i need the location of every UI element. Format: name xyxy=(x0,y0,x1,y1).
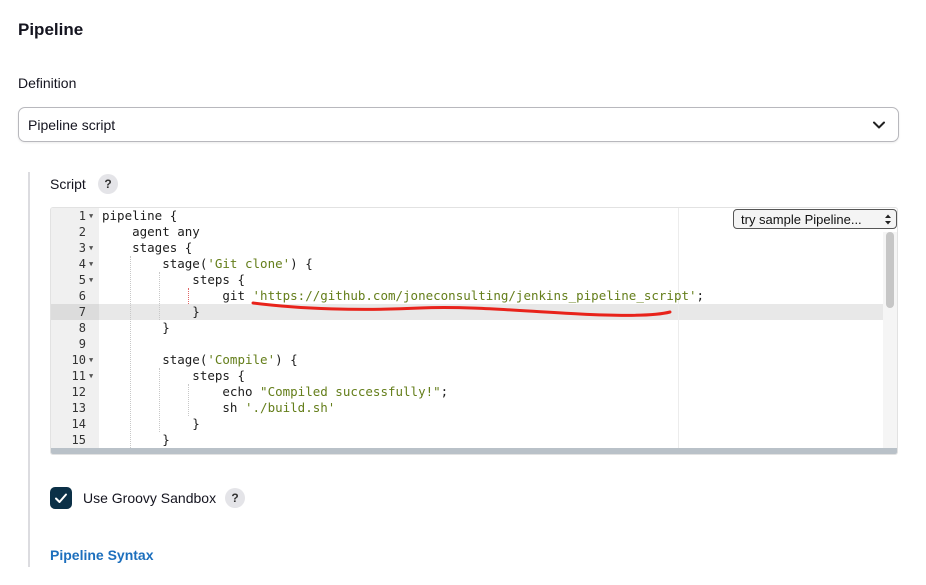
code-token: steps { xyxy=(102,272,245,287)
line-number: 8 xyxy=(78,321,86,335)
groovy-sandbox-label[interactable]: Use Groovy Sandbox xyxy=(83,490,216,506)
definition-select[interactable]: Pipeline script xyxy=(18,107,899,142)
code-line[interactable]: 11 ▼ steps { xyxy=(51,368,883,384)
line-number: 1 xyxy=(78,209,86,223)
line-number: 15 xyxy=(71,433,86,447)
sample-pipeline-label: try sample Pipeline... xyxy=(741,211,862,227)
code-line[interactable]: 12 echo "Compiled successfully!"; xyxy=(51,384,883,400)
code-token: } xyxy=(102,320,170,335)
script-help-icon[interactable]: ? xyxy=(98,174,118,194)
line-number: 7 xyxy=(78,305,86,319)
line-number: 2 xyxy=(78,225,86,239)
definition-label: Definition xyxy=(18,75,77,91)
fold-toggle-icon[interactable]: ▼ xyxy=(89,272,93,288)
code-token: pipeline { xyxy=(102,208,178,223)
script-label: Script xyxy=(50,176,86,192)
groovy-sandbox-checkbox[interactable] xyxy=(50,487,72,509)
definition-selected-value: Pipeline script xyxy=(28,116,116,133)
code-token: git xyxy=(102,288,253,303)
code-text: steps { xyxy=(102,368,245,384)
code-token: } xyxy=(102,416,200,431)
code-token: stages { xyxy=(102,240,193,255)
code-line[interactable]: 4 ▼ stage('Git clone') { xyxy=(51,256,883,272)
select-arrows-icon xyxy=(885,214,891,225)
code-text: } xyxy=(102,432,170,448)
code-text: echo "Compiled successfully!"; xyxy=(102,384,448,400)
code-line[interactable]: 8 } xyxy=(51,320,883,336)
code-token: ; xyxy=(440,384,449,399)
code-token: sh xyxy=(102,400,245,415)
code-text: git 'https://github.com/joneconsulting/j… xyxy=(102,288,704,304)
line-number: 3 xyxy=(78,241,86,255)
code-text: steps { xyxy=(102,272,245,288)
fold-toggle-icon[interactable]: ▼ xyxy=(89,240,93,256)
line-number: 12 xyxy=(71,385,86,399)
code-line[interactable]: 14 } xyxy=(51,416,883,432)
line-number: 10 xyxy=(71,353,86,367)
string-token: 'https://github.com/joneconsulting/jenki… xyxy=(252,288,697,303)
code-token: } xyxy=(102,432,170,447)
sandbox-help-icon[interactable]: ? xyxy=(225,488,245,508)
page-title: Pipeline xyxy=(18,20,84,39)
pipeline-syntax-link[interactable]: Pipeline Syntax xyxy=(50,547,153,563)
fold-toggle-icon[interactable]: ▼ xyxy=(89,352,93,368)
horizontal-scrollbar[interactable] xyxy=(51,448,897,454)
code-line[interactable]: 10 ▼ stage('Compile') { xyxy=(51,352,883,368)
line-number: 11 xyxy=(71,369,86,383)
line-number: 5 xyxy=(78,273,86,287)
code-token: } xyxy=(102,304,200,319)
code-line[interactable]: 3 ▼ stages { xyxy=(51,240,883,256)
code-token: steps { xyxy=(102,368,245,383)
code-token: ) { xyxy=(290,256,313,271)
fold-toggle-icon[interactable]: ▼ xyxy=(89,256,93,272)
code-line[interactable]: 9 xyxy=(51,336,883,352)
section-indent-rule xyxy=(28,172,30,567)
line-number: 6 xyxy=(78,289,86,303)
code-text: agent any xyxy=(102,224,200,240)
code-token: ) { xyxy=(275,352,298,367)
code-line[interactable]: 7 } xyxy=(51,304,883,320)
code-text: } xyxy=(102,320,170,336)
code-line[interactable]: 5 ▼ steps { xyxy=(51,272,883,288)
line-number: 4 xyxy=(78,257,86,271)
code-token: stage( xyxy=(102,256,208,271)
string-token: './build.sh' xyxy=(245,400,336,415)
sample-pipeline-select[interactable]: try sample Pipeline... xyxy=(733,209,897,229)
fold-toggle-icon[interactable]: ▼ xyxy=(89,208,93,224)
code-text: sh './build.sh' xyxy=(102,400,335,416)
string-token: "Compiled successfully!" xyxy=(260,384,441,399)
code-text: stages { xyxy=(102,240,192,256)
chevron-down-icon xyxy=(873,121,885,129)
code-token: agent any xyxy=(102,224,200,239)
code-text: pipeline { xyxy=(102,208,177,224)
code-text: stage('Compile') { xyxy=(102,352,298,368)
code-line[interactable]: 13 sh './build.sh' xyxy=(51,400,883,416)
vertical-scrollbar-thumb[interactable] xyxy=(886,232,894,308)
script-editor[interactable]: 1 ▼ pipeline {2 agent any 3 ▼ stages {4 ▼ sta… xyxy=(50,207,898,455)
code-text: stage('Git clone') { xyxy=(102,256,313,272)
checkmark-icon xyxy=(55,493,67,503)
string-token: 'Compile' xyxy=(207,352,276,367)
code-line[interactable]: 6 git 'https://github.com/joneconsulting… xyxy=(51,288,883,304)
line-number: 9 xyxy=(78,337,86,351)
code-token: echo xyxy=(102,384,261,399)
code-line[interactable]: 15 } xyxy=(51,432,883,448)
code-text: } xyxy=(102,416,200,432)
string-token: 'Git clone' xyxy=(207,256,291,271)
code-token: ; xyxy=(696,288,705,303)
fold-toggle-icon[interactable]: ▼ xyxy=(89,368,93,384)
code-token: stage( xyxy=(102,352,208,367)
code-text: } xyxy=(102,304,200,320)
line-number: 14 xyxy=(71,417,86,431)
line-number: 13 xyxy=(71,401,86,415)
